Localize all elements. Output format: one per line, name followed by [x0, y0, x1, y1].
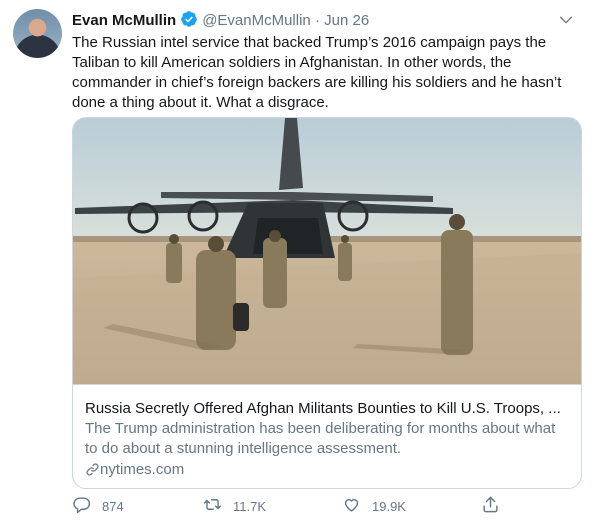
like-icon	[342, 495, 372, 517]
card-description: The Trump administration has been delibe…	[85, 419, 569, 459]
card-description-line: The Trump administration has been delibe…	[85, 420, 556, 437]
tweet-text-line: commander in chief’s foreign backers are…	[72, 74, 562, 91]
reply-button[interactable]: 874	[72, 495, 124, 517]
tweet-date[interactable]: Jun 26	[324, 12, 369, 29]
like-button[interactable]: 19.9K	[342, 495, 406, 517]
like-count: 19.9K	[372, 498, 406, 514]
link-icon	[85, 461, 100, 478]
retweet-icon	[203, 495, 233, 517]
card-title[interactable]: Russia Secretly Offered Afghan Militants…	[85, 399, 569, 419]
card-description-line: to do about a stunning intelligence asse…	[85, 440, 402, 457]
avatar[interactable]	[13, 9, 62, 58]
chevron-down-icon[interactable]	[558, 12, 574, 32]
link-card[interactable]: Russia Secretly Offered Afghan Militants…	[72, 117, 582, 489]
tweet-text: The Russian intel service that backed Tr…	[72, 33, 572, 113]
share-icon	[481, 495, 511, 517]
header-separator: ·	[314, 12, 320, 29]
retweet-count: 11.7K	[233, 498, 267, 514]
author-name[interactable]: Evan McMullin	[72, 12, 176, 29]
reply-icon	[72, 495, 102, 517]
author-handle[interactable]: @EvanMcMullin	[202, 12, 311, 29]
tweet-text-line: Taliban to kill American soldiers in Afg…	[72, 54, 512, 71]
tweet-header: Evan McMullin @EvanMcMullin · Jun 26	[72, 10, 574, 30]
tweet-text-line: The Russian intel service that backed Tr…	[72, 34, 547, 51]
share-button[interactable]	[481, 495, 511, 517]
retweet-button[interactable]: 11.7K	[203, 495, 266, 517]
card-link[interactable]: nytimes.com	[85, 460, 569, 480]
reply-count: 874	[102, 498, 124, 514]
tweet-actions: 874 11.7K 19.9K	[72, 495, 572, 517]
card-link-domain[interactable]: nytimes.com	[100, 461, 184, 478]
verified-badge-icon	[180, 10, 198, 32]
card-image[interactable]	[73, 118, 581, 384]
card-body[interactable]: Russia Secretly Offered Afghan Militants…	[73, 384, 581, 480]
tweet-text-line: done a thing about it. What a disgrace.	[72, 94, 329, 111]
